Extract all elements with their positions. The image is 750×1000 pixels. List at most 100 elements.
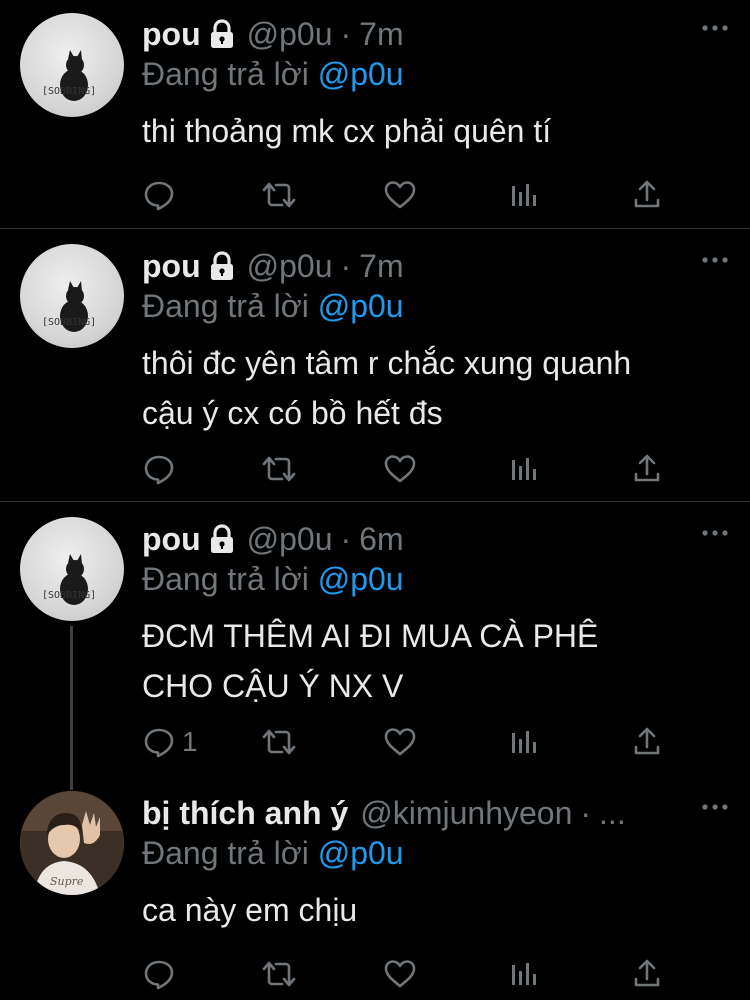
tweet-header: bị thích anh ý @kimjunhyeon · ... — [142, 793, 730, 833]
avatar[interactable]: [SOBBING] — [20, 517, 124, 621]
heart-icon — [384, 728, 416, 756]
reply-button[interactable] — [142, 451, 182, 487]
reply-mention[interactable]: @p0u — [318, 561, 404, 597]
analytics-icon — [512, 184, 536, 206]
timestamp[interactable]: 7m — [359, 14, 403, 54]
reply-mention[interactable]: @p0u — [318, 835, 404, 871]
more-icon[interactable] — [700, 797, 730, 817]
tweet-actions — [142, 451, 682, 487]
display-name[interactable]: pou — [142, 519, 201, 559]
heart-icon — [384, 960, 416, 988]
replying-to-label: Đang trả lời — [142, 288, 309, 324]
separator: · — [340, 521, 352, 557]
lock-icon — [207, 18, 237, 48]
share-button[interactable] — [632, 451, 662, 487]
display-name[interactable]: bị thích anh ý — [142, 793, 348, 833]
timestamp[interactable]: ... — [599, 793, 626, 833]
retweet-icon — [262, 729, 296, 755]
svg-text:Supre: Supre — [50, 875, 84, 888]
retweet-icon — [262, 456, 296, 482]
tweet[interactable]: [SOBBING] pou @p0u · 6m Đang trả lời @p0… — [0, 502, 750, 790]
tweet-text: ĐCM THÊM AI ĐI MUA CÀ PHÊ CHO CẬU Ý NX V — [142, 611, 730, 711]
reply-button[interactable] — [142, 956, 182, 992]
like-button[interactable] — [383, 724, 417, 760]
share-button[interactable] — [632, 956, 662, 992]
tweet-text-line: cậu ý cx có bồ hết đs — [142, 395, 443, 431]
reply-mention[interactable]: @p0u — [318, 288, 404, 324]
replying-to-label: Đang trả lời — [142, 56, 309, 92]
tweet[interactable]: Supre bị thích anh ý @kimjunhyeon · ... … — [0, 774, 750, 1000]
tweet-text: thôi đc yên tâm r chắc xung quanh cậu ý … — [142, 338, 730, 438]
display-name[interactable]: pou — [142, 14, 201, 54]
tweet-text-line: ĐCM THÊM AI ĐI MUA CÀ PHÊ — [142, 618, 599, 654]
replying-to: Đang trả lời @p0u — [142, 559, 730, 599]
lock-icon — [207, 523, 237, 553]
tweet-text-line: CHO CẬU Ý NX V — [142, 668, 404, 704]
reply-icon — [144, 960, 174, 990]
tweet-text: thi thoảng mk cx phải quên tí — [142, 106, 730, 156]
tweet-text-line: thi thoảng mk cx phải quên tí — [142, 113, 552, 149]
like-button[interactable] — [383, 177, 417, 213]
tweet-text-line: ca này em chịu — [142, 892, 358, 928]
avatar-caption: [SOBBING] — [42, 86, 97, 97]
replying-to: Đang trả lời @p0u — [142, 286, 730, 326]
share-icon — [634, 727, 660, 755]
retweet-button[interactable] — [260, 956, 298, 992]
retweet-button[interactable] — [260, 724, 298, 760]
avatar[interactable]: [SOBBING] — [20, 244, 124, 348]
tweet-header: pou @p0u · 6m — [142, 519, 730, 559]
tweet-actions — [142, 956, 682, 992]
share-button[interactable] — [632, 724, 662, 760]
reply-mention[interactable]: @p0u — [318, 56, 404, 92]
share-icon — [634, 180, 660, 208]
reply-icon — [144, 728, 174, 758]
replying-to-label: Đang trả lời — [142, 835, 309, 871]
retweet-icon — [262, 182, 296, 208]
analytics-button[interactable] — [509, 724, 539, 760]
analytics-button[interactable] — [509, 177, 539, 213]
username[interactable]: @p0u — [247, 519, 333, 559]
tweet-text: ca này em chịu — [142, 885, 730, 935]
retweet-icon — [262, 961, 296, 987]
person-photo: Supre — [20, 791, 124, 895]
lock-icon — [207, 250, 237, 280]
tweet-actions — [142, 177, 682, 213]
avatar-caption: [SOBBING] — [42, 590, 97, 601]
replying-to: Đang trả lời @p0u — [142, 833, 730, 873]
share-button[interactable] — [632, 177, 662, 213]
analytics-icon — [512, 458, 536, 480]
tweet[interactable]: [SOBBING] pou @p0u · 7m Đang trả lời @p0… — [0, 0, 750, 228]
cat-image — [60, 50, 88, 101]
more-icon[interactable] — [700, 250, 730, 270]
like-button[interactable] — [383, 956, 417, 992]
thread-connector — [70, 626, 73, 790]
retweet-button[interactable] — [260, 177, 298, 213]
cat-image — [60, 554, 88, 605]
avatar[interactable]: [SOBBING] — [20, 13, 124, 117]
reply-icon — [144, 181, 174, 211]
analytics-button[interactable] — [509, 956, 539, 992]
username[interactable]: @p0u — [247, 14, 333, 54]
retweet-button[interactable] — [260, 451, 298, 487]
reply-button[interactable]: 1 — [142, 724, 198, 760]
heart-icon — [384, 455, 416, 483]
timestamp[interactable]: 7m — [359, 246, 403, 286]
share-icon — [634, 454, 660, 482]
username[interactable]: @p0u — [247, 246, 333, 286]
like-button[interactable] — [383, 451, 417, 487]
tweet[interactable]: [SOBBING] pou @p0u · 7m Đang trả lời @p0… — [0, 229, 750, 501]
more-icon[interactable] — [700, 523, 730, 543]
more-icon[interactable] — [700, 18, 730, 38]
separator: · — [580, 795, 592, 831]
share-icon — [634, 959, 660, 987]
timestamp[interactable]: 6m — [359, 519, 403, 559]
avatar[interactable]: Supre — [20, 791, 124, 895]
username[interactable]: @kimjunhyeon — [360, 793, 572, 833]
tweet-header: pou @p0u · 7m — [142, 14, 730, 54]
analytics-button[interactable] — [509, 451, 539, 487]
analytics-icon — [512, 963, 536, 985]
reply-icon — [144, 455, 174, 485]
display-name[interactable]: pou — [142, 246, 201, 286]
separator: · — [340, 248, 352, 284]
reply-button[interactable] — [142, 177, 182, 213]
